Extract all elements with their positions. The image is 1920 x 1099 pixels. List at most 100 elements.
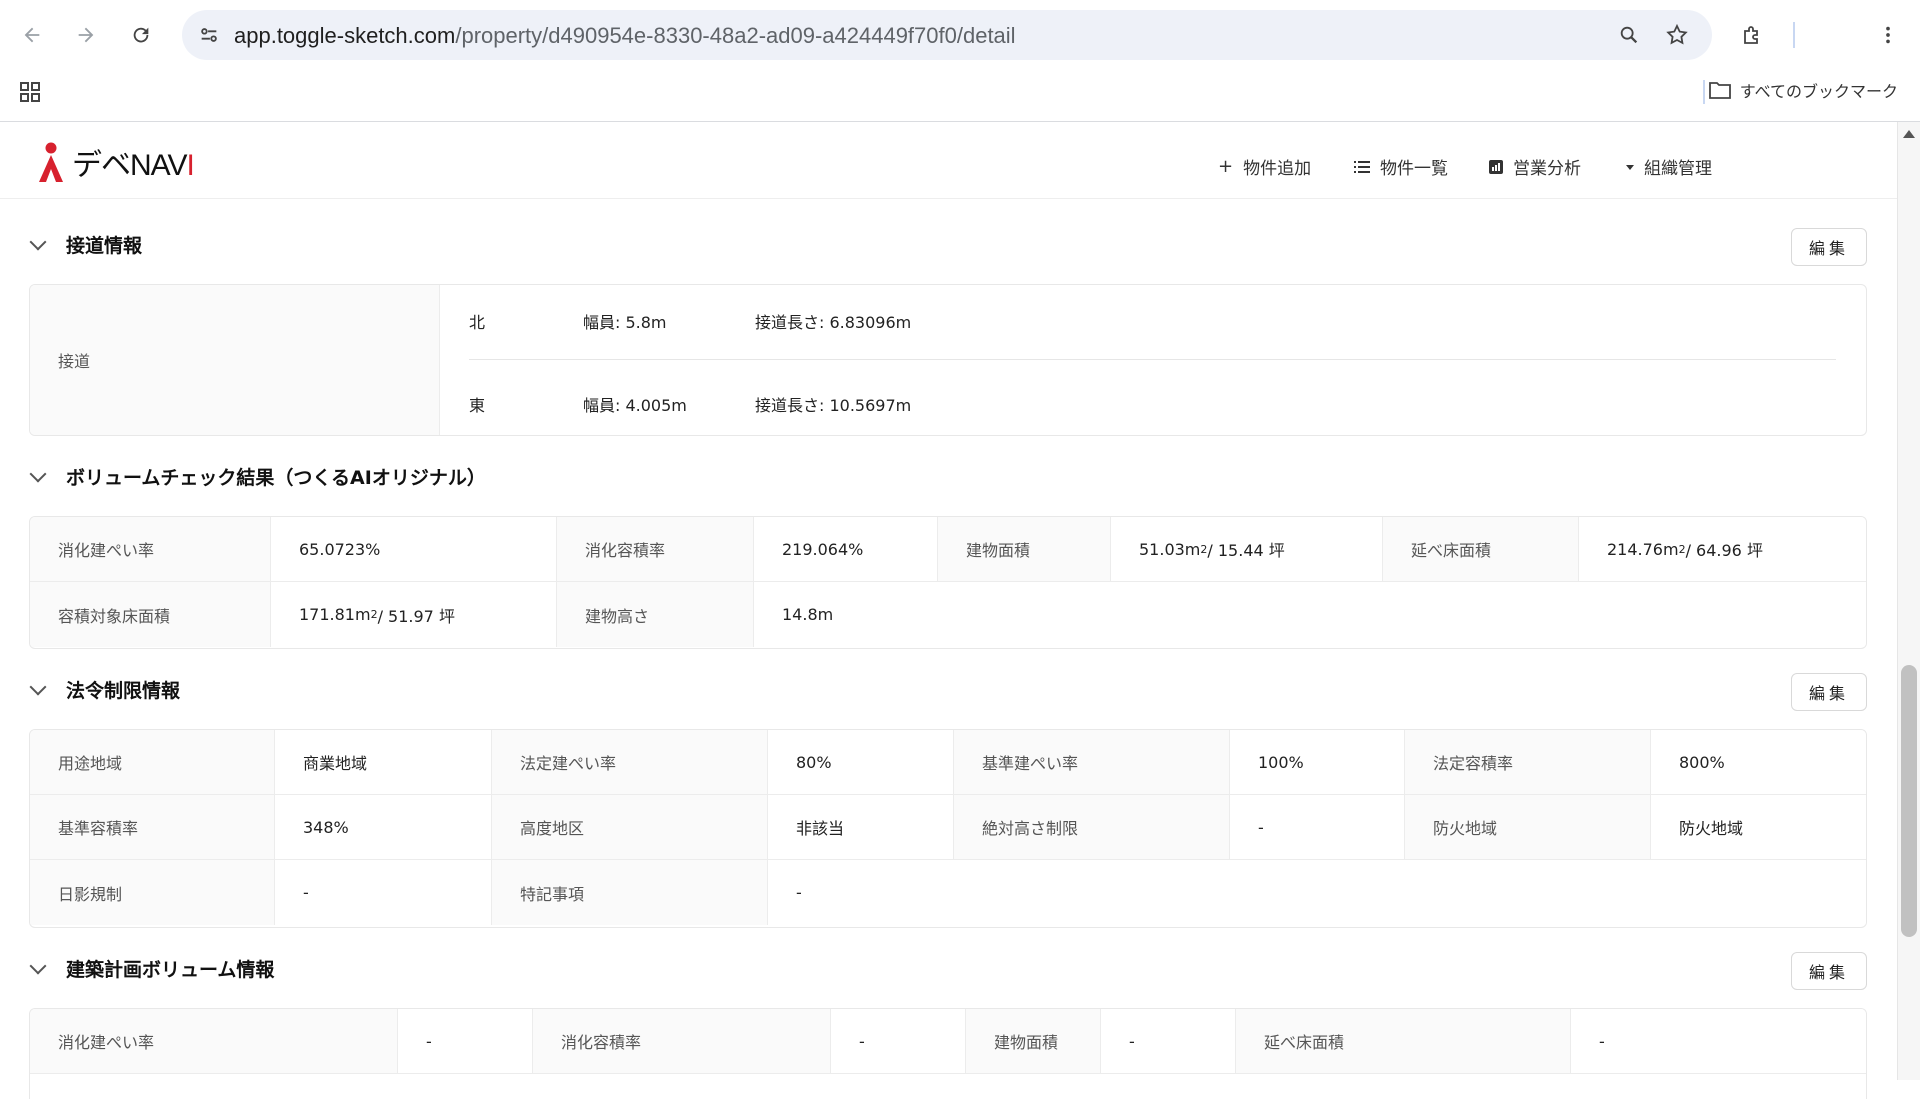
section-title: 接道情報 [66, 235, 143, 257]
field-label: 用途地域 [30, 730, 275, 795]
field-label: 防火地域 [1405, 795, 1651, 860]
field-value: - [831, 1009, 966, 1074]
field-label: 消化建ぺい率 [30, 1009, 398, 1074]
field-value: 14.8m [754, 582, 1866, 647]
browser-chrome: app.toggle-sketch.com/property/d490954e-… [0, 0, 1920, 122]
url-host: app.toggle-sketch.com [234, 23, 456, 48]
folder-icon [1708, 82, 1731, 99]
field-value: 800% [1651, 730, 1866, 795]
plus-icon: + [1218, 156, 1234, 177]
menu-organization[interactable]: 組織管理 [1626, 154, 1712, 179]
menu-property-list[interactable]: 物件一覧 [1354, 154, 1448, 179]
chart-icon [1489, 159, 1503, 174]
menu-label: 物件追加 [1243, 159, 1312, 179]
menu-add-property[interactable]: + 物件追加 [1218, 154, 1311, 179]
arrow-left-icon [24, 27, 40, 43]
field-value: 65.0723% [271, 517, 557, 582]
field-label: 容積対象床面積 [30, 582, 271, 647]
field-value: - [1230, 795, 1405, 860]
legal-row-3: 日影規制 - 特記事項 - [30, 860, 1866, 925]
road-width: 幅員: 4.005m [583, 396, 687, 415]
field-value: 219.064% [754, 517, 938, 582]
road-divider [469, 359, 1836, 360]
field-value: 100% [1230, 730, 1405, 795]
logo-text: デベNAVI [72, 149, 195, 182]
app-logo[interactable]: デベNAVI [36, 140, 195, 184]
volume-check-row-2: 容積対象床面積 171.81m 2 / 51.97 坪 建物高さ 14.8m [30, 582, 1866, 647]
field-value: - [1101, 1009, 1236, 1074]
chevron-down-icon [29, 465, 47, 482]
plan-panel: 消化建ぺい率 - 消化容積率 - 建物面積 - 延べ床面積 - [29, 1008, 1867, 1099]
field-label: 消化容積率 [533, 1009, 831, 1074]
field-value: 348% [275, 795, 492, 860]
field-label: 消化容積率 [557, 517, 754, 582]
field-value: 80% [768, 730, 954, 795]
menu-sales-analysis[interactable]: 営業分析 [1489, 154, 1581, 179]
volume-check-row-1: 消化建ぺい率 65.0723% 消化容積率 219.064% 建物面積 51.0… [30, 517, 1866, 582]
field-value: - [398, 1009, 533, 1074]
field-value: - [768, 860, 1866, 925]
chevron-down-icon [29, 957, 47, 974]
scrollbar-thumb[interactable] [1901, 665, 1917, 937]
field-label: 法定容積率 [1405, 730, 1651, 795]
road-row-east: 東 幅員: 4.005m 接道長さ: 10.5697m [469, 392, 911, 416]
section-volume-check-header[interactable]: ボリュームチェック結果（つくるAIオリジナル） [28, 463, 486, 490]
arrow-right-icon [78, 27, 94, 43]
road-row-north: 北 幅員: 5.8m 接道長さ: 6.83096m [469, 309, 911, 333]
field-value: 171.81m 2 / 51.97 坪 [271, 582, 557, 647]
app-header: デベNAVI + 物件追加 物件一覧 営業分析 組織管理 [0, 122, 1897, 199]
edit-legal-button[interactable]: 編集 [1791, 673, 1867, 711]
legal-row-2: 基準容積率 348% 高度地区 非該当 絶対高さ制限 - 防火地域 防火地域 [30, 795, 1866, 860]
field-value: 商業地域 [275, 730, 492, 795]
bookmarks-divider [1703, 80, 1705, 104]
field-value: 非該当 [768, 795, 954, 860]
field-value: 214.76m 2 / 64.96 坪 [1579, 517, 1866, 582]
field-label: 延べ床面積 [1236, 1009, 1571, 1074]
edit-road-button[interactable]: 編集 [1791, 228, 1867, 266]
field-label: 絶対高さ制限 [954, 795, 1230, 860]
road-panel: 接道 北 幅員: 5.8m 接道長さ: 6.83096m 東 幅員: 4.005… [29, 284, 1867, 436]
browser-menu-button[interactable] [1870, 17, 1906, 53]
bookmarks-bar: すべてのブックマーク [0, 72, 1920, 112]
address-bar[interactable]: app.toggle-sketch.com/property/d490954e-… [182, 10, 1712, 60]
field-label: 消化建ぺい率 [30, 517, 271, 582]
all-bookmarks-button[interactable]: すべてのブックマーク [1708, 78, 1898, 102]
chevron-down-icon [29, 678, 47, 695]
field-label: 延べ床面積 [1383, 517, 1579, 582]
back-button[interactable] [14, 17, 50, 53]
road-length: 接道長さ: 6.83096m [755, 313, 912, 332]
road-label: 接道 [30, 285, 440, 435]
field-value: - [275, 860, 492, 925]
menu-label: 物件一覧 [1380, 159, 1448, 179]
reload-button[interactable] [123, 17, 159, 53]
bookmark-star-icon[interactable] [1664, 22, 1690, 48]
url-text[interactable]: app.toggle-sketch.com/property/d490954e-… [234, 23, 1016, 49]
section-title: ボリュームチェック結果（つくるAIオリジナル） [66, 467, 486, 489]
field-value: - [1571, 1009, 1866, 1074]
section-road-header[interactable]: 接道情報 [28, 231, 142, 258]
edit-plan-button[interactable]: 編集 [1791, 952, 1867, 990]
site-settings-icon[interactable] [196, 22, 222, 48]
scroll-up-arrow[interactable] [1903, 130, 1915, 138]
forward-button[interactable] [68, 17, 104, 53]
legal-row-1: 用途地域 商業地域 法定建ぺい率 80% 基準建ぺい率 100% 法定容積率 8… [30, 730, 1866, 795]
field-label: 基準建ぺい率 [954, 730, 1230, 795]
extensions-button[interactable] [1734, 17, 1770, 53]
apps-grid-icon[interactable] [18, 80, 42, 108]
field-label: 建物面積 [938, 517, 1111, 582]
legal-panel: 用途地域 商業地域 法定建ぺい率 80% 基準建ぺい率 100% 法定容積率 8… [29, 729, 1867, 928]
section-legal-header[interactable]: 法令制限情報 [28, 676, 180, 703]
chevron-down-icon [29, 233, 47, 250]
section-title: 法令制限情報 [66, 680, 181, 702]
zoom-icon[interactable] [1616, 22, 1642, 48]
kebab-menu-icon [1886, 26, 1890, 44]
puzzle-icon [1744, 26, 1758, 44]
section-plan-header[interactable]: 建築計画ボリューム情報 [28, 955, 274, 982]
field-label: 基準容積率 [30, 795, 275, 860]
road-length: 接道長さ: 10.5697m [755, 396, 912, 415]
field-label: 日影規制 [30, 860, 275, 925]
plan-row-1: 消化建ぺい率 - 消化容積率 - 建物面積 - 延べ床面積 - [30, 1009, 1866, 1074]
all-bookmarks-label: すべてのブックマーク [1739, 82, 1898, 101]
field-label: 特記事項 [492, 860, 768, 925]
volume-check-panel: 消化建ぺい率 65.0723% 消化容積率 219.064% 建物面積 51.0… [29, 516, 1867, 649]
